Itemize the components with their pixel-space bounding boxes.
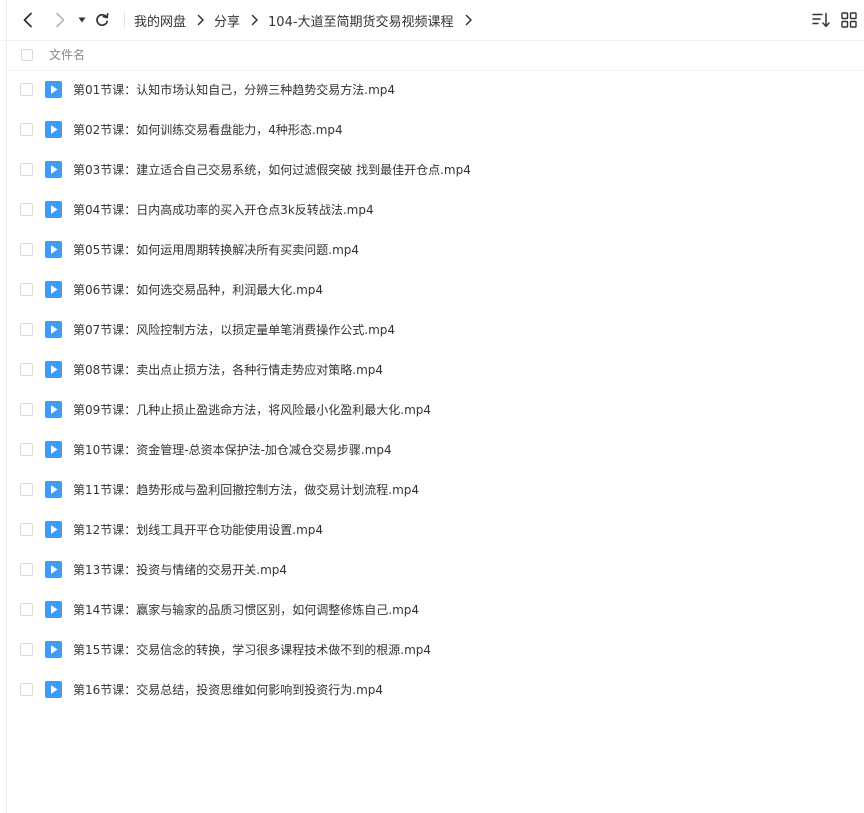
video-file-icon [45,561,62,578]
file-row[interactable]: 第09节课：几种止损止盈逃命方法，将风险最小化盈利最大化.mp4 [7,390,864,430]
file-name[interactable]: 第11节课：趋势形成与盈利回撤控制方法，做交易计划流程.mp4 [73,470,419,510]
toolbar-divider [124,11,125,29]
breadcrumb-item-my-drive[interactable]: 我的网盘 [134,11,186,30]
row-checkbox[interactable] [20,483,33,496]
file-name[interactable]: 第02节课：如何训练交易看盘能力，4种形态.mp4 [73,110,343,150]
breadcrumb: 我的网盘 分享 104-大道至简期货交易视频课程 [134,0,482,40]
video-file-icon [45,681,62,698]
file-row[interactable]: 第13节课：投资与情绪的交易开关.mp4 [7,550,864,590]
file-name[interactable]: 第03节课：建立适合自己交易系统，如何过滤假突破 找到最佳开仓点.mp4 [73,150,471,190]
file-name[interactable]: 第08节课：卖出点止损方法，各种行情走势应对策略.mp4 [73,350,383,390]
file-row[interactable]: 第10节课：资金管理-总资本保护法-加仓减仓交易步骤.mp4 [7,430,864,470]
row-checkbox[interactable] [20,643,33,656]
list-header: 文件名 [7,40,864,71]
chevron-right-icon [197,14,204,26]
row-checkbox[interactable] [20,363,33,376]
file-name[interactable]: 第15节课：交易信念的转换，学习很多课程技术做不到的根源.mp4 [73,630,431,670]
file-row[interactable]: 第11节课：趋势形成与盈利回撤控制方法，做交易计划流程.mp4 [7,470,864,510]
row-checkbox[interactable] [20,83,33,96]
row-checkbox[interactable] [20,603,33,616]
file-row[interactable]: 第07节课：风险控制方法，以损定量单笔消费操作公式.mp4 [7,310,864,350]
file-name[interactable]: 第16节课：交易总结，投资思维如何影响到投资行为.mp4 [73,670,383,710]
file-name[interactable]: 第05节课：如何运用周期转换解决所有买卖问题.mp4 [73,230,359,270]
file-row[interactable]: 第06节课：如何选交易品种，利润最大化.mp4 [7,270,864,310]
file-row[interactable]: 第14节课：赢家与输家的品质习惯区别，如何调整修炼自己.mp4 [7,590,864,630]
file-name[interactable]: 第09节课：几种止损止盈逃命方法，将风险最小化盈利最大化.mp4 [73,390,431,430]
file-row[interactable]: 第05节课：如何运用周期转换解决所有买卖问题.mp4 [7,230,864,270]
breadcrumb-item-current-folder[interactable]: 104-大道至简期货交易视频课程 [268,11,454,30]
chevron-left-icon[interactable] [18,10,38,30]
row-checkbox[interactable] [20,563,33,576]
file-name[interactable]: 第10节课：资金管理-总资本保护法-加仓减仓交易步骤.mp4 [73,430,392,470]
video-file-icon [45,441,62,458]
row-checkbox[interactable] [20,523,33,536]
toolbar: 我的网盘 分享 104-大道至简期货交易视频课程 [0,0,864,41]
row-checkbox[interactable] [20,243,33,256]
row-checkbox[interactable] [20,283,33,296]
file-name[interactable]: 第07节课：风险控制方法，以损定量单笔消费操作公式.mp4 [73,310,395,350]
file-list: 第01节课：认知市场认知自己，分辨三种趋势交易方法.mp4 第02节课：如何训练交… [7,70,864,710]
row-checkbox[interactable] [20,403,33,416]
file-row[interactable]: 第16节课：交易总结，投资思维如何影响到投资行为.mp4 [7,670,864,710]
video-file-icon [45,281,62,298]
video-file-icon [45,361,62,378]
video-file-icon [45,161,62,178]
file-name[interactable]: 第01节课：认知市场认知自己，分辨三种趋势交易方法.mp4 [73,70,395,110]
chevron-right-icon[interactable] [463,14,475,26]
row-checkbox[interactable] [20,443,33,456]
sort-icon[interactable] [812,12,830,28]
row-checkbox[interactable] [20,683,33,696]
video-file-icon [45,641,62,658]
file-row[interactable]: 第12节课：划线工具开平仓功能使用设置.mp4 [7,510,864,550]
file-row[interactable]: 第08节课：卖出点止损方法，各种行情走势应对策略.mp4 [7,350,864,390]
video-file-icon [45,321,62,338]
file-row[interactable]: 第02节课：如何训练交易看盘能力，4种形态.mp4 [7,110,864,150]
grid-view-icon[interactable] [841,12,857,28]
file-row[interactable]: 第01节课：认知市场认知自己，分辨三种趋势交易方法.mp4 [7,70,864,110]
chevron-right-icon [251,14,258,26]
video-file-icon [45,601,62,618]
file-name[interactable]: 第06节课：如何选交易品种，利润最大化.mp4 [73,270,323,310]
row-checkbox[interactable] [20,203,33,216]
file-name[interactable]: 第12节课：划线工具开平仓功能使用设置.mp4 [73,510,323,550]
row-checkbox[interactable] [20,163,33,176]
file-name[interactable]: 第14节课：赢家与输家的品质习惯区别，如何调整修炼自己.mp4 [73,590,419,630]
video-file-icon [45,81,62,98]
video-file-icon [45,401,62,418]
chevron-right-icon[interactable] [50,10,70,30]
file-browser: 我的网盘 分享 104-大道至简期货交易视频课程 文件名 第01节课：认知市场认… [0,0,864,813]
file-row[interactable]: 第04节课：日内高成功率的买入开仓点3k反转战法.mp4 [7,190,864,230]
column-header-filename[interactable]: 文件名 [49,40,85,70]
row-checkbox[interactable] [20,323,33,336]
video-file-icon [45,241,62,258]
video-file-icon [45,481,62,498]
file-name[interactable]: 第13节课：投资与情绪的交易开关.mp4 [73,550,287,590]
row-checkbox[interactable] [20,123,33,136]
select-all-checkbox[interactable] [21,49,33,61]
video-file-icon [45,201,62,218]
file-name[interactable]: 第04节课：日内高成功率的买入开仓点3k反转战法.mp4 [73,190,374,230]
video-file-icon [45,121,62,138]
caret-down-icon[interactable] [72,10,92,30]
video-file-icon [45,521,62,538]
refresh-icon[interactable] [92,10,112,30]
file-row[interactable]: 第15节课：交易信念的转换，学习很多课程技术做不到的根源.mp4 [7,630,864,670]
file-row[interactable]: 第03节课：建立适合自己交易系统，如何过滤假突破 找到最佳开仓点.mp4 [7,150,864,190]
breadcrumb-item-share[interactable]: 分享 [214,11,240,30]
